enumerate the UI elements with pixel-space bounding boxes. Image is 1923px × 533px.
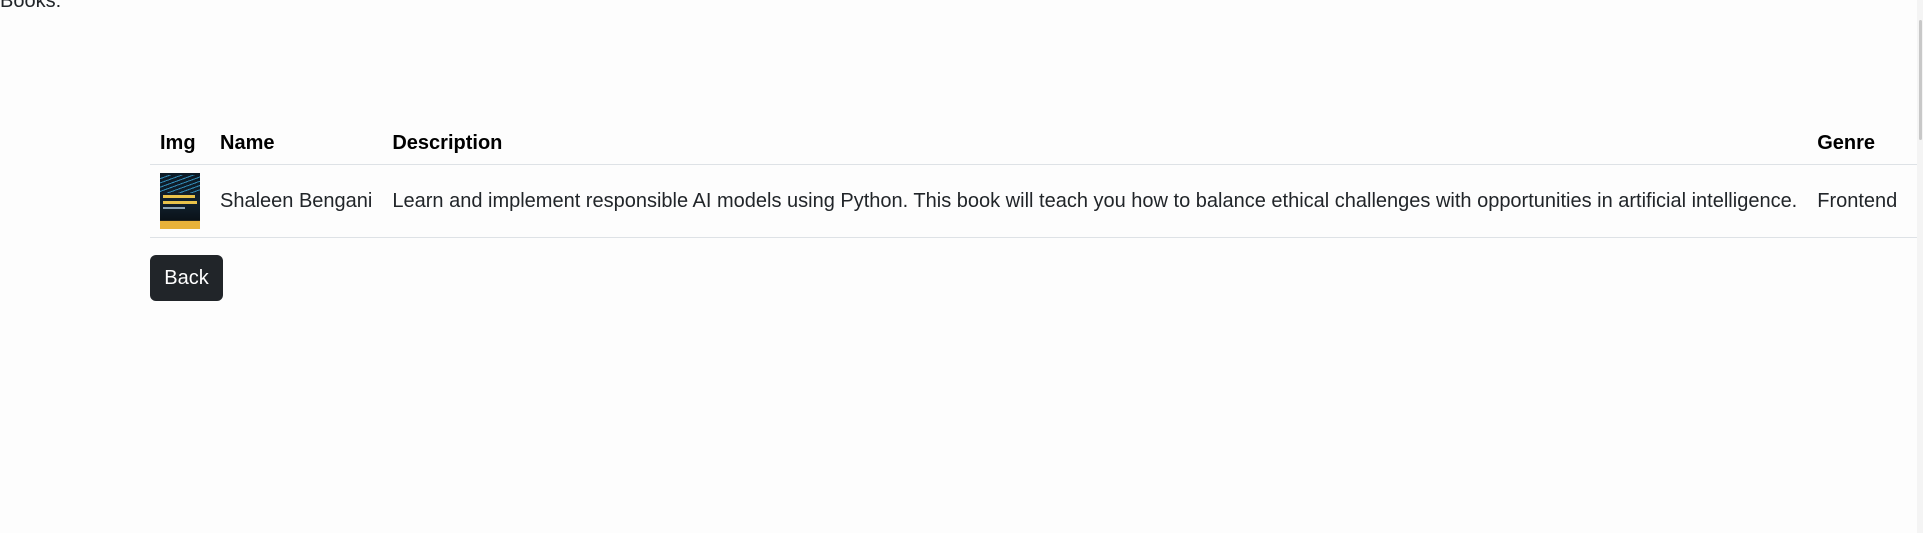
cell-genre: Frontend xyxy=(1807,164,1908,238)
books-table: Img Name Description Genre Y xyxy=(150,122,1923,238)
table-row: Shaleen Bengani Learn and implement resp… xyxy=(150,164,1923,238)
table-body: Shaleen Bengani Learn and implement resp… xyxy=(150,164,1923,238)
column-header-description: Description xyxy=(382,122,1808,165)
page: Books: Img Name Description Genre Y xyxy=(0,0,1923,533)
column-header-name: Name xyxy=(210,122,383,165)
books-table-container: Img Name Description Genre Y xyxy=(150,122,1923,238)
cell-description: Learn and implement responsible AI model… xyxy=(382,164,1808,238)
scrollbar-thumb[interactable] xyxy=(1919,20,1922,140)
header-row: Img Name Description Genre Y xyxy=(150,122,1923,165)
column-header-genre: Genre xyxy=(1807,122,1908,165)
cell-img xyxy=(150,164,210,238)
column-header-img: Img xyxy=(150,122,210,165)
table-header: Img Name Description Genre Y xyxy=(150,122,1923,165)
book-cover-image xyxy=(160,173,200,229)
back-button[interactable]: Back xyxy=(150,255,223,301)
page-heading: Books: xyxy=(0,0,62,12)
vertical-scrollbar[interactable] xyxy=(1917,0,1923,533)
cell-name: Shaleen Bengani xyxy=(210,164,383,238)
